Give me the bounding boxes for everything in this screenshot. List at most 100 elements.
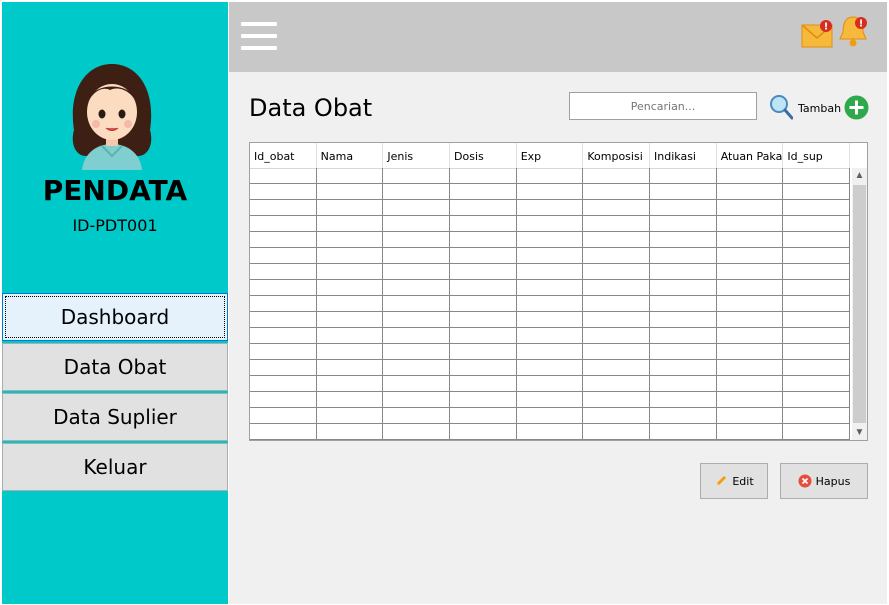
table-cell[interactable]: [716, 344, 784, 360]
table-cell[interactable]: [383, 360, 451, 376]
table-cell[interactable]: [316, 328, 384, 344]
column-header-jenis[interactable]: Jenis: [383, 143, 451, 168]
table-row[interactable]: [250, 184, 851, 200]
table-cell[interactable]: [450, 424, 517, 440]
table-cell[interactable]: [783, 424, 851, 440]
table-cell[interactable]: [716, 216, 784, 232]
table-cell[interactable]: [250, 168, 317, 184]
table-row[interactable]: [250, 312, 851, 328]
table-cell[interactable]: [250, 216, 317, 232]
table-cell[interactable]: [716, 424, 784, 440]
table-cell[interactable]: [583, 280, 651, 296]
table-cell[interactable]: [516, 392, 584, 408]
nav-dashboard-button[interactable]: Dashboard: [2, 293, 228, 341]
table-cell[interactable]: [716, 280, 784, 296]
search-icon[interactable]: [769, 94, 793, 120]
table-cell[interactable]: [583, 408, 651, 424]
table-cell[interactable]: [650, 216, 717, 232]
table-cell[interactable]: [583, 296, 651, 312]
table-cell[interactable]: [783, 200, 851, 216]
table-cell[interactable]: [250, 248, 317, 264]
table-cell[interactable]: [383, 408, 451, 424]
add-icon[interactable]: [844, 95, 869, 120]
table-cell[interactable]: [383, 344, 451, 360]
column-header-komposisi[interactable]: Komposisi: [583, 143, 651, 168]
table-cell[interactable]: [783, 408, 851, 424]
table-cell[interactable]: [583, 392, 651, 408]
table-cell[interactable]: [383, 248, 451, 264]
table-cell[interactable]: [250, 328, 317, 344]
table-cell[interactable]: [383, 232, 451, 248]
table-cell[interactable]: [316, 216, 384, 232]
table-cell[interactable]: [250, 360, 317, 376]
table-cell[interactable]: [716, 408, 784, 424]
table-cell[interactable]: [583, 360, 651, 376]
table-cell[interactable]: [783, 296, 851, 312]
column-header-dosis[interactable]: Dosis: [450, 143, 517, 168]
table-cell[interactable]: [316, 168, 384, 184]
menu-icon[interactable]: [241, 22, 277, 50]
nav-keluar-button[interactable]: Keluar: [2, 443, 228, 491]
table-cell[interactable]: [716, 392, 784, 408]
table-cell[interactable]: [516, 328, 584, 344]
table-cell[interactable]: [250, 184, 317, 200]
table-cell[interactable]: [250, 264, 317, 280]
table-cell[interactable]: [383, 312, 451, 328]
table-row[interactable]: [250, 280, 851, 296]
table-cell[interactable]: [250, 232, 317, 248]
table-cell[interactable]: [783, 216, 851, 232]
table-cell[interactable]: [716, 312, 784, 328]
column-header-indikasi[interactable]: Indikasi: [650, 143, 717, 168]
table-cell[interactable]: [450, 248, 517, 264]
table-cell[interactable]: [650, 184, 717, 200]
table-cell[interactable]: [583, 344, 651, 360]
table-cell[interactable]: [316, 264, 384, 280]
table-cell[interactable]: [583, 216, 651, 232]
table-row[interactable]: [250, 392, 851, 408]
table-cell[interactable]: [583, 200, 651, 216]
table-cell[interactable]: [516, 280, 584, 296]
table-row[interactable]: [250, 360, 851, 376]
table-cell[interactable]: [250, 296, 317, 312]
scroll-up-icon[interactable]: ▲: [852, 168, 867, 183]
table-cell[interactable]: [450, 328, 517, 344]
table-cell[interactable]: [316, 376, 384, 392]
table-cell[interactable]: [250, 344, 317, 360]
table-cell[interactable]: [516, 312, 584, 328]
table-cell[interactable]: [783, 264, 851, 280]
table-row[interactable]: [250, 200, 851, 216]
table-cell[interactable]: [516, 376, 584, 392]
table-cell[interactable]: [516, 296, 584, 312]
table-cell[interactable]: [516, 360, 584, 376]
table-cell[interactable]: [316, 296, 384, 312]
table-cell[interactable]: [516, 248, 584, 264]
scroll-thumb[interactable]: [853, 185, 866, 423]
table-cell[interactable]: [716, 168, 784, 184]
table-row[interactable]: [250, 216, 851, 232]
table-scrollbar[interactable]: ▲ ▼: [852, 168, 867, 440]
table-cell[interactable]: [650, 376, 717, 392]
table-cell[interactable]: [316, 232, 384, 248]
table-row[interactable]: [250, 376, 851, 392]
table-cell[interactable]: [450, 296, 517, 312]
table-row[interactable]: [250, 344, 851, 360]
table-cell[interactable]: [716, 248, 784, 264]
table-cell[interactable]: [316, 408, 384, 424]
table-cell[interactable]: [650, 168, 717, 184]
table-cell[interactable]: [783, 232, 851, 248]
table-cell[interactable]: [583, 264, 651, 280]
table-cell[interactable]: [716, 232, 784, 248]
bell-icon[interactable]: !: [837, 14, 869, 48]
delete-button[interactable]: Hapus: [780, 463, 868, 499]
table-cell[interactable]: [783, 312, 851, 328]
table-cell[interactable]: [583, 232, 651, 248]
table-cell[interactable]: [650, 328, 717, 344]
table-cell[interactable]: [650, 392, 717, 408]
table-cell[interactable]: [583, 168, 651, 184]
table-cell[interactable]: [250, 200, 317, 216]
table-cell[interactable]: [783, 184, 851, 200]
table-cell[interactable]: [383, 392, 451, 408]
table-cell[interactable]: [250, 376, 317, 392]
table-row[interactable]: [250, 328, 851, 344]
table-cell[interactable]: [250, 280, 317, 296]
